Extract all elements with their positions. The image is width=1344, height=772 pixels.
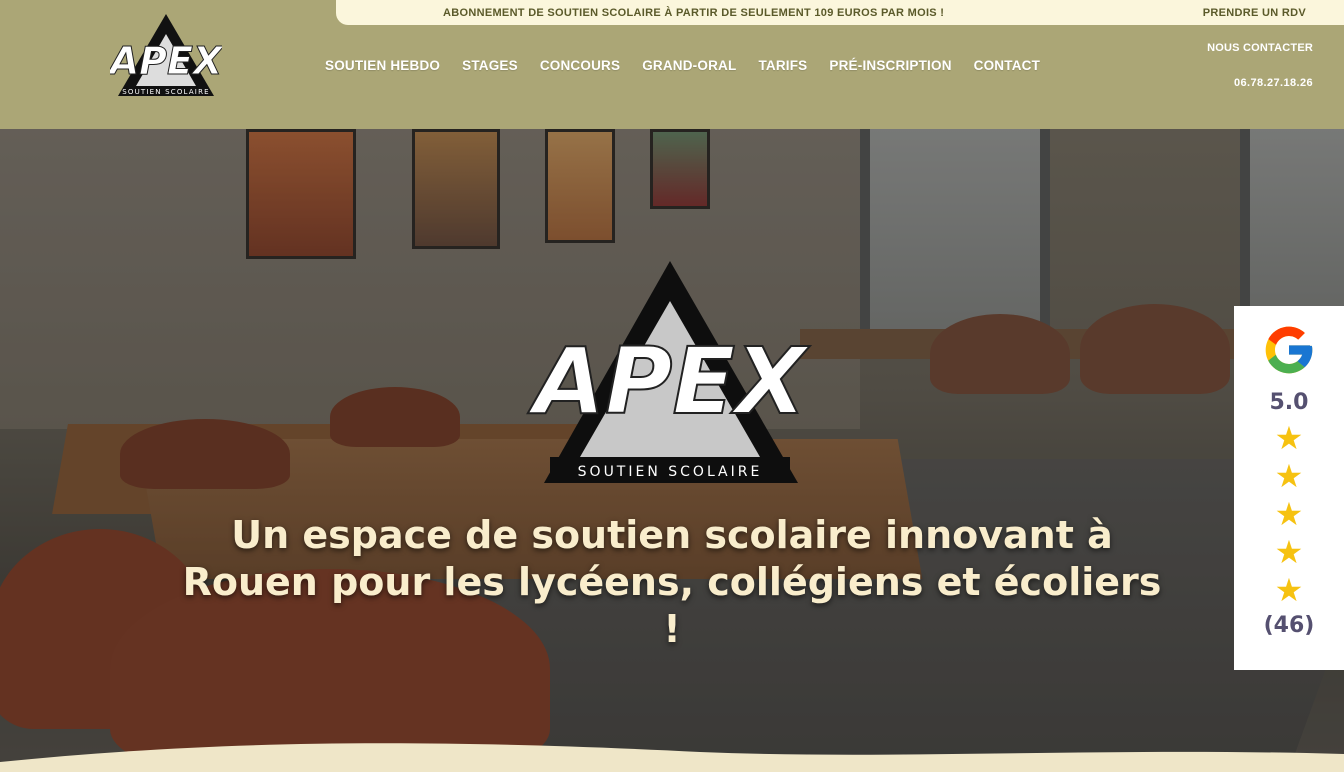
nav-stages[interactable]: STAGES [462,58,518,73]
nav-pre-inscription[interactable]: PRÉ-INSCRIPTION [829,58,951,73]
appointment-link[interactable]: PRENDRE UN RDV [1203,7,1306,19]
hero-section: APEX SOUTIEN SCOLAIRE Un espace de souti… [0,129,1344,772]
nav-grand-oral[interactable]: GRAND-ORAL [642,58,736,73]
nav-concours[interactable]: CONCOURS [540,58,620,73]
star-rating: ★ ★ ★ ★ ★ [1275,421,1304,607]
star-icon: ★ [1274,534,1304,570]
star-icon: ★ [1274,496,1304,532]
svg-text:APEX: APEX [110,39,222,83]
rating-value: 5.0 [1269,390,1309,415]
hero-bottom-wave [0,743,1344,772]
svg-text:SOUTIEN SCOLAIRE: SOUTIEN SCOLAIRE [122,88,210,96]
svg-text:APEX: APEX [528,328,810,435]
nav-tarifs[interactable]: TARIFS [758,58,807,73]
announcement-bar: ABONNEMENT DE SOUTIEN SCOLAIRE À PARTIR … [336,0,1344,25]
apex-logo[interactable]: APEX SOUTIEN SCOLAIRE [110,12,222,98]
hero-title: Un espace de soutien scolaire innovant à… [182,513,1162,651]
star-icon: ★ [1274,572,1304,608]
google-icon [1265,326,1313,374]
site-header: ABONNEMENT DE SOUTIEN SCOLAIRE À PARTIR … [0,0,1344,129]
nav-contact[interactable]: CONTACT [974,58,1040,73]
hero-apex-logo: APEX SOUTIEN SCOLAIRE [527,261,811,483]
star-icon: ★ [1274,420,1304,456]
contact-label[interactable]: NOUS CONTACTER [1207,42,1313,54]
google-reviews-badge[interactable]: 5.0 ★ ★ ★ ★ ★ (46) [1234,306,1344,670]
review-count: (46) [1263,613,1315,638]
main-nav: SOUTIEN HEBDO STAGES CONCOURS GRAND-ORAL… [325,58,1062,73]
nav-soutien-hebdo[interactable]: SOUTIEN HEBDO [325,58,440,73]
promo-text: ABONNEMENT DE SOUTIEN SCOLAIRE À PARTIR … [443,7,945,19]
phone-number[interactable]: 06.78.27.18.26 [1234,77,1313,89]
star-icon: ★ [1274,458,1304,494]
svg-text:SOUTIEN SCOLAIRE: SOUTIEN SCOLAIRE [578,464,763,480]
